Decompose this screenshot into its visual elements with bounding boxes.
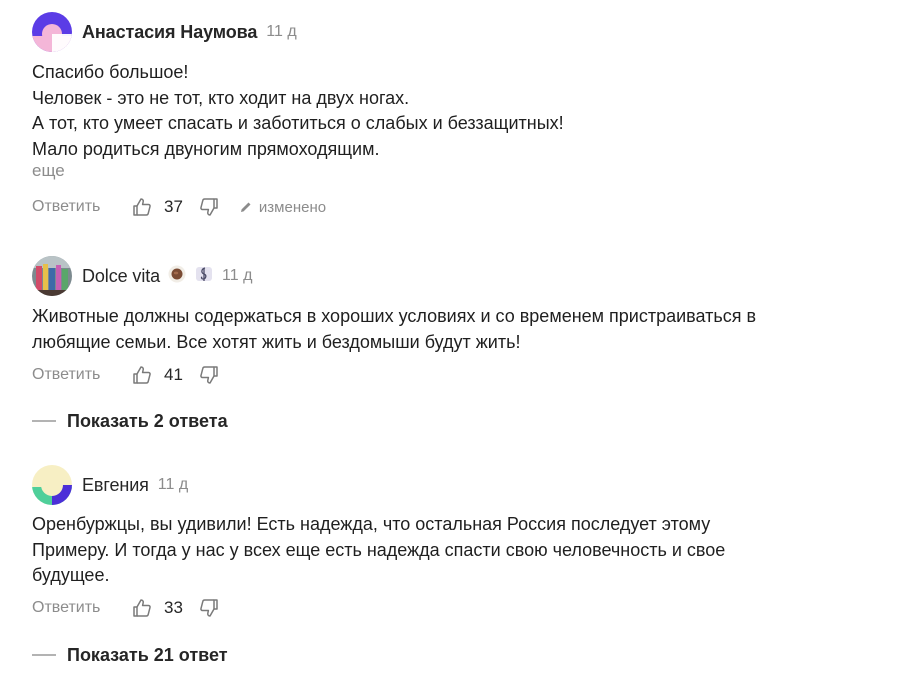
thumbs-down-icon: [200, 366, 218, 384]
like-button[interactable]: [130, 596, 154, 620]
reply-button[interactable]: Ответить: [32, 599, 130, 617]
reply-button[interactable]: Ответить: [32, 366, 130, 384]
comment-header: Анастасия Наумова 11 д: [32, 12, 297, 52]
like-button[interactable]: [130, 363, 154, 387]
show-replies-label: Показать 2 ответа: [67, 410, 228, 431]
comment-text-line: Мало родиться двуногим прямоходящим.: [32, 138, 380, 159]
show-replies-label: Показать 21 ответ: [67, 644, 228, 665]
pencil-icon: [240, 202, 251, 212]
reply-button[interactable]: Ответить: [32, 198, 130, 216]
comment-text-line: Спасибо большое!: [32, 62, 189, 82]
comment-text-line: Животные должны содержаться в хороших ус…: [32, 306, 757, 326]
like-count: 33: [164, 598, 183, 617]
comment-text-line: А тот, кто умеет спасать и заботиться о …: [32, 113, 564, 133]
comment-text-line: Оренбуржцы, вы удивили! Есть надежда, чт…: [32, 514, 711, 534]
edited-label: изменено: [258, 198, 327, 216]
comment-time: 11 д: [266, 23, 297, 40]
comment-time: 11 д: [222, 267, 253, 284]
author-name[interactable]: Анастасия Наумова: [82, 22, 257, 43]
replies-divider: [32, 654, 56, 656]
comment-actions: Ответить 41: [32, 363, 221, 387]
read-more-link[interactable]: еще: [32, 161, 65, 181]
thumbs-up-icon: [133, 599, 151, 617]
like-count: 37: [164, 197, 183, 216]
comment-text-line: Примеру. И тогда у нас у всех еще есть н…: [32, 539, 726, 560]
dislike-button[interactable]: [197, 195, 221, 219]
edited-indicator: изменено: [239, 199, 326, 216]
like-count: 41: [164, 365, 183, 384]
show-replies-button[interactable]: Показать 21 ответ: [32, 643, 228, 667]
coffee-cup-badge-icon[interactable]: [168, 265, 186, 288]
comment-time: 11 д: [157, 476, 189, 493]
author-name[interactable]: Dolce vita: [82, 266, 160, 287]
comment-header: Евгения 11 д: [32, 465, 188, 505]
thumbs-up-icon: [133, 366, 151, 384]
like-button[interactable]: [130, 195, 154, 219]
comment-actions: Ответить 33: [32, 596, 221, 620]
comment-text: Спасибо большое! Человек - это не тот, к…: [32, 60, 872, 162]
comment-actions: Ответить 37 изменено: [32, 195, 326, 219]
dislike-button[interactable]: [197, 596, 221, 620]
author-name[interactable]: Евгения: [82, 475, 149, 496]
show-replies-button[interactable]: Показать 2 ответа: [32, 409, 228, 433]
user-badges: [168, 265, 222, 288]
dislike-button[interactable]: [197, 363, 221, 387]
comment-text-line: любящие семьи. Все хотят жить и бездомыш…: [32, 331, 521, 352]
replies-divider: [32, 420, 56, 422]
comment-header: Dolce vita 11 д: [32, 256, 252, 296]
comment-text-line: будущее.: [32, 565, 110, 585]
avatar[interactable]: [32, 12, 72, 52]
comment-text: Оренбуржцы, вы удивили! Есть надежда, чт…: [32, 512, 872, 589]
comment-text: Животные должны содержаться в хороших ус…: [32, 304, 872, 355]
avatar[interactable]: [32, 256, 72, 296]
comment-text-line: Человек - это не тот, кто ходит на двух …: [32, 87, 410, 108]
thumbs-down-icon: [200, 599, 218, 617]
thumbs-down-icon: [200, 198, 218, 216]
music-note-badge-icon[interactable]: [194, 265, 214, 288]
avatar[interactable]: [32, 465, 72, 505]
thumbs-up-icon: [133, 198, 151, 216]
